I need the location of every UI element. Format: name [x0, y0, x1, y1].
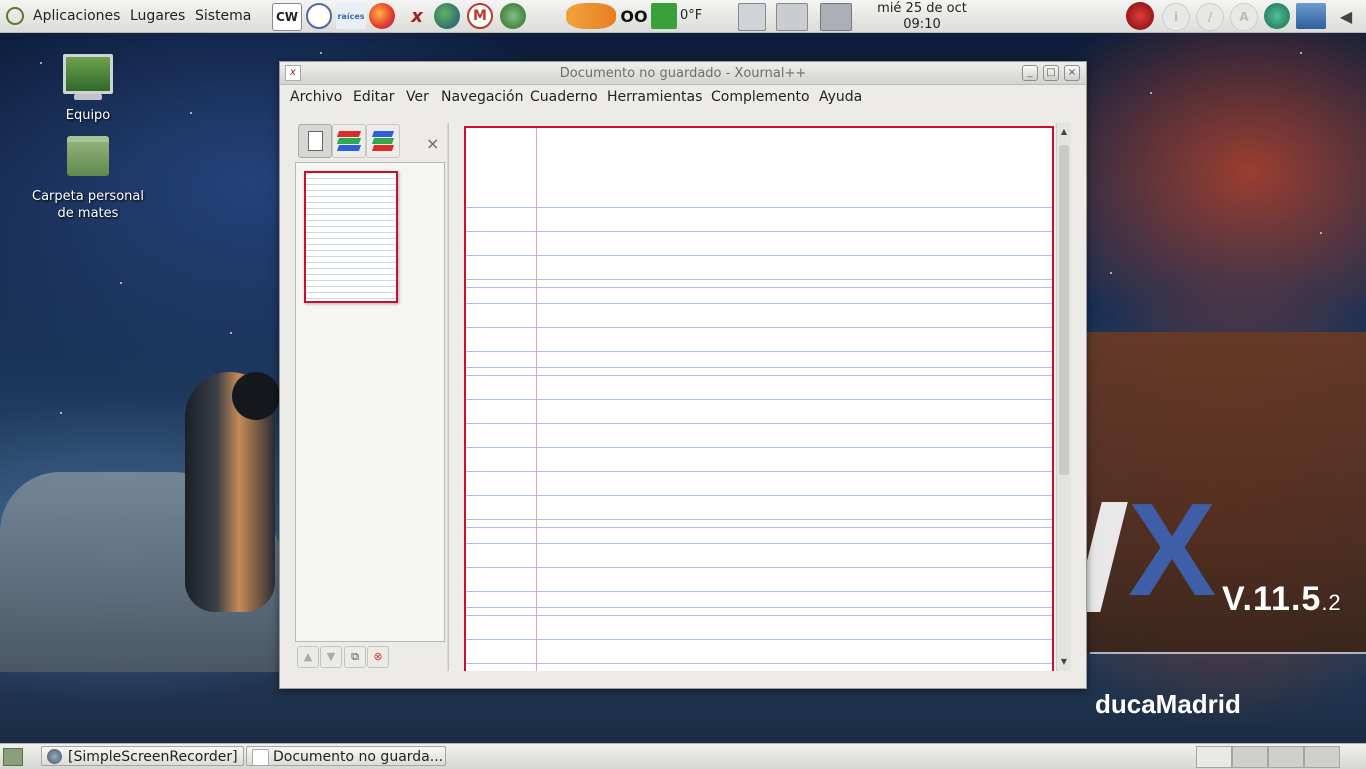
layer-stack-icon-mid	[371, 138, 395, 144]
screenrecorder-icon	[47, 749, 62, 764]
clock-time: 09:10	[903, 17, 941, 32]
menubar: Archivo Editar Ver Navegación Cuaderno H…	[280, 85, 1086, 110]
menu-navegacion[interactable]: Navegación	[441, 89, 523, 105]
clock-date: mié 25 de oct	[877, 1, 967, 16]
geogebra-icon[interactable]	[306, 3, 332, 29]
page-header-space	[466, 128, 1052, 206]
workspace-switch-icon[interactable]	[776, 3, 808, 31]
sidebar-close-button[interactable]: ×	[426, 134, 439, 153]
workspace-4[interactable]	[1304, 746, 1340, 768]
workspace-3[interactable]	[1268, 746, 1304, 768]
menu-complemento[interactable]: Complemento	[711, 89, 810, 105]
page-rules	[466, 128, 1052, 671]
delete-page-icon[interactable]: ⊗	[367, 646, 389, 668]
copy-page-icon[interactable]: ⧉	[344, 646, 366, 668]
fish-icon[interactable]	[566, 3, 616, 29]
desktop-icon-label: Carpeta personal de mates	[32, 189, 144, 221]
xournal-task-icon	[252, 749, 269, 765]
desktop-icon-equipo[interactable]: Equipo	[28, 54, 148, 123]
tab-layers[interactable]	[366, 124, 400, 158]
minimize-button[interactable]: _	[1022, 65, 1038, 81]
menu-ayuda[interactable]: Ayuda	[819, 89, 862, 105]
wallpaper-version: V.11.5.2	[1222, 580, 1342, 618]
ruled-page[interactable]	[464, 126, 1054, 671]
tab-layer-preview[interactable]	[332, 124, 366, 158]
clock[interactable]: mié 25 de oct 09:10	[860, 1, 984, 33]
window-list-icon[interactable]	[738, 3, 766, 31]
window-titlebar[interactable]: x Documento no guardado - Xournal++ _ □ …	[280, 62, 1086, 85]
wallpaper-divider	[1090, 652, 1366, 654]
taskbar-item-screenrecorder[interactable]: [SimpleScreenRecorder]	[41, 746, 244, 766]
window-title: Documento no guardado - Xournal++	[559, 66, 807, 81]
move-page-down-icon[interactable]: ▼	[320, 646, 342, 668]
home-folder-icon	[67, 136, 109, 176]
tab-page-preview[interactable]	[298, 124, 332, 158]
globe-icon[interactable]	[434, 3, 460, 29]
raices-icon[interactable]: raíces	[336, 3, 366, 29]
menu-sistema[interactable]: Sistema	[195, 8, 251, 24]
top-panel: Aplicaciones Lugares Sistema CW raíces x…	[0, 0, 1366, 33]
accessibility-icon[interactable]: /	[1196, 3, 1224, 31]
page-canvas[interactable]	[448, 123, 1057, 671]
menu-archivo[interactable]: Archivo	[290, 89, 342, 105]
layer-stack-icon-bottom	[371, 145, 395, 151]
oo-icon[interactable]: OO	[619, 3, 649, 29]
sidebar-panel	[295, 162, 445, 642]
computer-icon	[63, 54, 113, 100]
show-desktop-icon[interactable]	[3, 748, 23, 766]
xournal-icon[interactable]: x	[404, 3, 430, 29]
workspace-2[interactable]	[1232, 746, 1268, 768]
keyboard-layout-icon[interactable]: A	[1230, 3, 1258, 31]
network-icon[interactable]	[1296, 3, 1326, 29]
xournal-window: x Documento no guardado - Xournal++ _ □ …	[279, 61, 1087, 689]
layers-icon	[336, 131, 362, 137]
info-icon[interactable]: i	[1162, 3, 1190, 31]
scroll-up-icon[interactable]: ▲	[1059, 127, 1069, 137]
menu-lugares[interactable]: Lugares	[130, 8, 185, 24]
taskbar-item-label: Documento no guarda...	[273, 749, 444, 765]
page-preview-icon	[308, 131, 323, 151]
wallpaper-penguin-head	[232, 372, 280, 420]
firefox-icon[interactable]	[369, 3, 395, 29]
layers-icon-bottom	[336, 145, 362, 151]
scrollbar-thumb[interactable]	[1059, 145, 1069, 475]
bottom-panel: [SimpleScreenRecorder] Documento no guar…	[0, 743, 1366, 769]
menu-ver[interactable]: Ver	[406, 89, 429, 105]
menu-editar[interactable]: Editar	[353, 89, 394, 105]
menu-cuaderno[interactable]: Cuaderno	[530, 89, 598, 105]
system-monitor-icon[interactable]	[820, 3, 852, 31]
weather-readout[interactable]: 0°F	[680, 8, 702, 23]
taskbar-item-label: [SimpleScreenRecorder]	[68, 749, 238, 765]
menu-aplicaciones[interactable]: Aplicaciones	[33, 8, 120, 24]
taskbar-item-xournal[interactable]: Documento no guarda...	[246, 746, 446, 766]
exit-icon[interactable]	[651, 3, 677, 29]
gimp-icon[interactable]	[500, 3, 526, 29]
volume-icon[interactable]: ◀	[1333, 3, 1359, 29]
moodle-icon[interactable]: M	[467, 3, 493, 29]
close-button[interactable]: ×	[1064, 65, 1080, 81]
sidebar-page-controls: ▲ ▼ ⧉ ⊗	[295, 644, 445, 670]
page-margin-line	[536, 128, 537, 671]
update-icon[interactable]	[1264, 3, 1290, 29]
scroll-down-icon[interactable]: ▼	[1059, 657, 1069, 667]
page-thumbnail[interactable]	[304, 171, 398, 303]
record-icon[interactable]	[1126, 2, 1154, 30]
layer-stack-icon	[371, 131, 395, 137]
sidebar-toolbar	[296, 123, 446, 159]
wallpaper-brand: ducaMadrid	[1095, 689, 1241, 719]
layers-icon-mid	[336, 138, 362, 144]
desktop-icon-label: Equipo	[65, 108, 111, 123]
desktop-icon-carpeta-personal[interactable]: Carpeta personal de mates	[28, 136, 148, 222]
maximize-button[interactable]: □	[1043, 65, 1059, 81]
menu-herramientas[interactable]: Herramientas	[607, 89, 702, 105]
vertical-scrollbar[interactable]: ▲ ▼	[1056, 123, 1071, 671]
distro-logo-icon[interactable]	[6, 7, 24, 25]
workspace-1[interactable]	[1196, 746, 1232, 768]
move-page-up-icon[interactable]: ▲	[297, 646, 319, 668]
cw-icon[interactable]: CW	[272, 3, 302, 31]
wallpaper-logo-x: X	[1128, 476, 1217, 623]
